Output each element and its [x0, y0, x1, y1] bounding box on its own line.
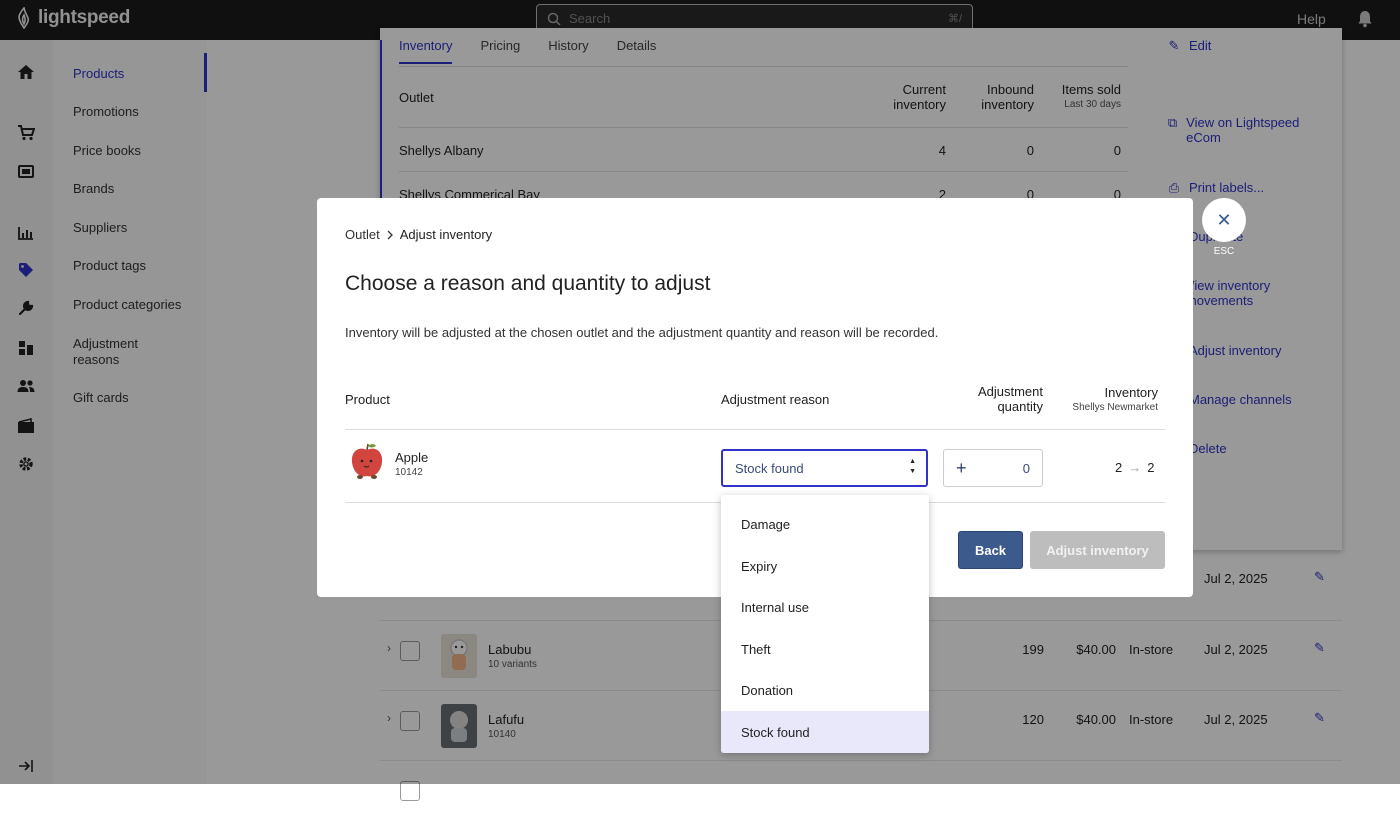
quantity-column-header: Adjustment quantity — [977, 384, 1043, 414]
product-column-header: Product — [345, 392, 390, 407]
option-damage[interactable]: Damage — [721, 503, 929, 545]
arrow-right-icon: → — [1128, 460, 1142, 475]
breadcrumb-outlet[interactable]: Outlet — [345, 227, 380, 242]
inventory-column-header: Inventory Shellys Newmarket — [1057, 385, 1158, 415]
modal-title: Choose a reason and quantity to adjust — [345, 272, 711, 295]
product-name: Apple — [395, 450, 429, 465]
inventory-header-outlet: Shellys Newmarket — [1072, 402, 1158, 413]
option-stock-found[interactable]: Stock found — [721, 711, 929, 753]
option-theft[interactable]: Theft — [721, 628, 929, 670]
option-internal-use[interactable]: Internal use — [721, 586, 929, 628]
adjust-inventory-button[interactable]: Adjust inventory — [1030, 531, 1165, 569]
header-divider — [345, 429, 1165, 430]
esc-hint: ESC — [1213, 246, 1235, 257]
chevron-right-icon — [387, 230, 393, 239]
adjustment-reason-select[interactable]: Stock found ▲ ▼ — [721, 449, 928, 487]
selected-reason: Stock found — [735, 460, 804, 476]
modal-description: Inventory will be adjusted at the chosen… — [345, 325, 939, 340]
reason-dropdown: Damage Expiry Internal use Theft Donatio… — [721, 495, 929, 753]
option-expiry[interactable]: Expiry — [721, 545, 929, 587]
quantity-value[interactable]: 0 — [1023, 461, 1030, 476]
quantity-stepper[interactable]: + 0 — [943, 449, 1043, 487]
inventory-from: 2 — [1115, 460, 1123, 475]
select-arrows-icon: ▲ ▼ — [909, 458, 916, 475]
option-donation[interactable]: Donation — [721, 669, 929, 711]
product-image — [347, 442, 387, 482]
inventory-header-label: Inventory — [1104, 385, 1158, 400]
breadcrumb-current: Adjust inventory — [399, 227, 493, 242]
back-button[interactable]: Back — [958, 531, 1023, 569]
plus-icon[interactable]: + — [956, 458, 967, 479]
breadcrumb: Outlet Adjust inventory — [345, 227, 492, 242]
close-icon[interactable]: ✕ — [1202, 198, 1246, 242]
product-sku: 10142 — [395, 467, 423, 478]
inventory-change: 2 → 2 — [1115, 460, 1154, 475]
inventory-to: 2 — [1147, 460, 1155, 475]
row-checkbox[interactable] — [400, 781, 420, 801]
reason-column-header: Adjustment reason — [721, 392, 830, 407]
